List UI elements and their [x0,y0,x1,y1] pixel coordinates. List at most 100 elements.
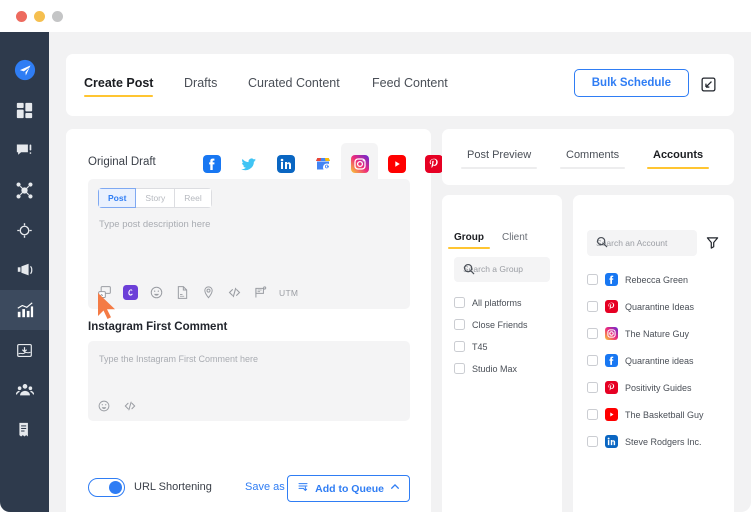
group-item-t45[interactable]: T45 [454,341,488,352]
group-item-all-platforms[interactable]: All platforms [454,297,522,308]
window-maximize-button[interactable] [52,11,63,22]
sidebar-item-downloads[interactable] [0,330,49,370]
segment-story[interactable]: Story [136,188,176,208]
account-panel: Search an Account Rebecca Green Quaranti… [573,195,734,512]
app-window: Create Post Drafts Curated Content Feed … [0,0,751,512]
add-to-queue-button[interactable]: Add to Queue [287,475,410,502]
canva-icon[interactable] [123,285,138,300]
media-icon[interactable] [97,285,112,300]
first-comment-input[interactable]: Type the Instagram First Comment here [88,341,410,421]
account-label: Quarantine Ideas [625,301,695,312]
tab-client[interactable]: Client [502,232,528,243]
sidebar-item-dashboard[interactable] [0,90,49,130]
account-row-quarantine-ideas-pinterest[interactable]: Quarantine Ideas [587,300,694,313]
window-titlebar [0,0,751,32]
chevron-up-icon [390,482,400,495]
account-label: The Nature Guy [625,328,690,339]
account-label: Steve Rodgers Inc. [625,436,702,447]
sidebar-item-automation[interactable] [0,210,49,250]
sidebar-item-publish[interactable] [0,50,49,90]
emoji-icon[interactable] [149,285,164,300]
segment-post[interactable]: Post [98,188,137,208]
tab-feed-content[interactable]: Feed Content [372,76,448,90]
first-comment-title: Instagram First Comment [88,321,228,333]
group-item-label: All platforms [472,297,522,308]
account-label: Quarantine ideas [625,355,694,366]
facebook-icon [605,354,618,367]
group-search-input[interactable]: Search a Group [454,257,550,282]
filter-icon[interactable] [706,236,719,254]
instagram-icon [350,155,369,173]
checkbox[interactable] [587,409,598,420]
checkbox[interactable] [454,363,465,374]
checkbox[interactable] [587,382,598,393]
location-icon[interactable] [201,285,216,300]
compose-area[interactable]: Post Story Reel Type post description he… [88,179,410,309]
add-to-queue-label: Add to Queue [315,482,384,495]
megaphone-icon [16,261,34,279]
sidebar-item-network[interactable] [0,170,49,210]
tab-post-preview[interactable]: Post Preview [460,149,538,169]
tab-curated-content[interactable]: Curated Content [248,76,340,90]
window-minimize-button[interactable] [34,11,45,22]
sidebar-item-analytics[interactable] [0,290,49,330]
checkbox[interactable] [587,355,598,366]
youtube-icon [605,408,618,421]
account-row-quarantine-ideas-facebook[interactable]: Quarantine ideas [587,354,694,367]
window-close-button[interactable] [16,11,27,22]
utm-label[interactable]: UTM [279,288,298,298]
code-icon[interactable] [123,399,137,413]
account-row-steve-rodgers-inc[interactable]: Steve Rodgers Inc. [587,435,702,448]
sidebar-item-team[interactable] [0,370,49,410]
tab-accounts[interactable]: Accounts [646,149,710,169]
checkbox[interactable] [587,274,598,285]
network-icon [16,181,33,199]
sidebar-item-campaigns[interactable] [0,250,49,290]
grid-icon [16,102,33,119]
emoji-icon[interactable] [97,399,111,413]
code-icon[interactable] [227,285,242,300]
bulk-schedule-button[interactable]: Bulk Schedule [573,69,689,97]
group-panel: Group Client Search a Group All platform… [442,195,562,512]
post-type-segmented-control: Post Story Reel [98,188,212,208]
sidebar-item-inbox[interactable] [0,130,49,170]
main-content: Create Post Drafts Curated Content Feed … [49,32,751,512]
checkbox[interactable] [454,341,465,352]
url-shortening-label: URL Shortening [134,481,212,493]
search-icon [463,263,542,277]
note-icon[interactable] [253,285,268,300]
tab-create-post[interactable]: Create Post [84,76,154,97]
group-item-studio-max[interactable]: Studio Max [454,363,517,374]
first-comment-placeholder: Type the Instagram First Comment here [99,354,259,364]
original-draft-label: Original Draft [88,156,156,168]
chart-icon [16,301,34,319]
tab-drafts[interactable]: Drafts [184,76,217,90]
instagram-icon [605,327,618,340]
top-tab-card: Create Post Drafts Curated Content Feed … [66,54,734,116]
facebook-icon [605,273,618,286]
expand-icon[interactable] [700,76,717,98]
account-row-the-basketball-guy[interactable]: The Basketball Guy [587,408,704,421]
post-editor-card: Original Draft Post Story Reel Type post… [66,129,443,512]
tab-comments[interactable]: Comments [559,149,626,169]
checkbox[interactable] [587,436,598,447]
pinterest-icon [424,155,443,173]
file-icon[interactable] [175,285,190,300]
account-label: Positivity Guides [625,382,692,393]
checkbox[interactable] [587,328,598,339]
group-item-label: Close Friends [472,319,528,330]
account-row-the-nature-guy[interactable]: The Nature Guy [587,327,689,340]
chat-icon [16,142,33,159]
sidebar-item-reports[interactable] [0,410,49,450]
account-row-positivity-guides[interactable]: Positivity Guides [587,381,692,394]
segment-reel[interactable]: Reel [175,188,212,208]
account-search-input[interactable]: Search an Account [587,230,697,256]
checkbox[interactable] [587,301,598,312]
checkbox[interactable] [454,297,465,308]
url-shortening-toggle[interactable] [88,478,125,497]
checkbox[interactable] [454,319,465,330]
group-item-close-friends[interactable]: Close Friends [454,319,528,330]
tab-group[interactable]: Group [448,232,490,249]
account-row-rebecca-green[interactable]: Rebecca Green [587,273,688,286]
send-icon [14,59,36,81]
